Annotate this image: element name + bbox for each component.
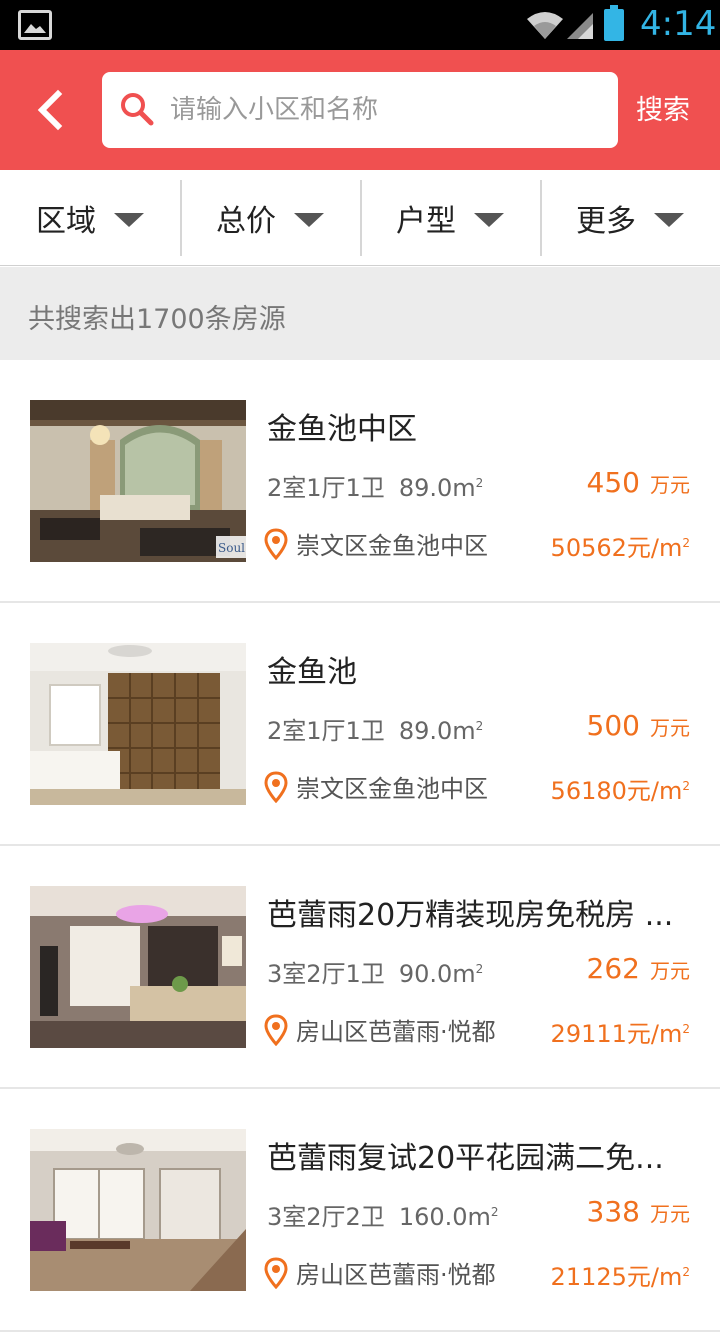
listing-title: 芭蕾雨20万精装现房免税房 ... bbox=[267, 898, 674, 933]
dropdown-arrow-icon bbox=[654, 212, 684, 227]
search-box[interactable] bbox=[102, 72, 618, 148]
search-icon bbox=[121, 93, 154, 126]
listing-layout: 3室2厅2卫 160.0m2 bbox=[267, 1197, 499, 1232]
back-button[interactable] bbox=[22, 80, 82, 140]
filter-more[interactable]: 更多 bbox=[540, 170, 720, 265]
header: 搜索 bbox=[0, 50, 720, 170]
floor-area: 89.0m2 bbox=[398, 474, 484, 502]
total-price: 338 万元 bbox=[587, 1195, 690, 1228]
location-pin-icon bbox=[264, 1256, 288, 1289]
location-pin-icon bbox=[264, 770, 288, 803]
filter-label: 总价 bbox=[216, 203, 276, 239]
price-unit: 万元 bbox=[650, 716, 690, 740]
listing-location: 崇文区金鱼池中区 bbox=[264, 526, 488, 561]
price-unit: 万元 bbox=[650, 1202, 690, 1226]
price-unit: 万元 bbox=[650, 959, 690, 983]
filter-region[interactable]: 区域 bbox=[0, 170, 180, 265]
room-layout: 3室2厅1卫 bbox=[267, 960, 385, 988]
listing-layout: 3室2厅1卫 90.0m2 bbox=[267, 954, 483, 989]
location-pin-icon bbox=[264, 1013, 288, 1046]
listing-layout: 2室1厅1卫 89.0m2 bbox=[267, 711, 483, 746]
filter-label: 更多 bbox=[576, 203, 636, 239]
price-value: 338 bbox=[586, 1195, 640, 1228]
room-layout: 2室1厅1卫 bbox=[267, 474, 385, 502]
svg-text:Soul: Soul bbox=[218, 541, 245, 555]
listing-location: 房山区芭蕾雨·悦都 bbox=[264, 1255, 496, 1290]
floor-area: 90.0m2 bbox=[398, 960, 484, 988]
search-button[interactable]: 搜索 bbox=[636, 88, 690, 127]
listing-title: 金鱼池 bbox=[267, 655, 357, 690]
status-bar: 4:14 bbox=[0, 0, 720, 50]
price-value: 450 bbox=[586, 466, 640, 499]
listing-item[interactable]: Soul 金鱼池中区 2室1厅1卫 89.0m2 450 万元 崇文区金鱼池中区 5… bbox=[0, 360, 720, 603]
gallery-notification-icon bbox=[18, 10, 52, 40]
unit-price: 21125元/m2 bbox=[550, 1263, 690, 1291]
filter-bar: 区域 总价 户型 更多 bbox=[0, 170, 720, 266]
unit-price: 29111元/m2 bbox=[550, 1020, 690, 1048]
result-summary-bar: 共搜索出1700条房源 bbox=[0, 267, 720, 360]
listing-photo bbox=[30, 886, 246, 1048]
listing-photo bbox=[30, 643, 246, 805]
listing-title: 芭蕾雨复试20平花园满二免... bbox=[267, 1141, 664, 1176]
battery-icon bbox=[604, 5, 624, 41]
dropdown-arrow-icon bbox=[474, 212, 504, 227]
listing-item[interactable]: 金鱼池 2室1厅1卫 89.0m2 500 万元 崇文区金鱼池中区 56180元/m… bbox=[0, 603, 720, 846]
floor-area: 160.0m2 bbox=[398, 1203, 499, 1231]
location-pin-icon bbox=[264, 527, 288, 560]
clock: 4:14 bbox=[640, 4, 717, 44]
listing-item[interactable]: 芭蕾雨复试20平花园满二免... 3室2厅2卫 160.0m2 338 万元 房山区… bbox=[0, 1089, 720, 1332]
floor-area: 89.0m2 bbox=[398, 717, 484, 745]
signal-icon bbox=[567, 13, 593, 39]
price-value: 262 bbox=[586, 952, 640, 985]
unit-price: 56180元/m2 bbox=[550, 777, 690, 805]
listing-item[interactable]: 芭蕾雨20万精装现房免税房 ... 3室2厅1卫 90.0m2 262 万元 房山区… bbox=[0, 846, 720, 1089]
filter-layout[interactable]: 户型 bbox=[360, 170, 540, 265]
dropdown-arrow-icon bbox=[294, 212, 324, 227]
total-price: 500 万元 bbox=[587, 709, 690, 742]
room-layout: 2室1厅1卫 bbox=[267, 717, 385, 745]
listing-location: 房山区芭蕾雨·悦都 bbox=[264, 1012, 496, 1047]
listing-photo: Soul bbox=[30, 400, 246, 562]
filter-label: 区域 bbox=[36, 203, 96, 239]
listing-location: 崇文区金鱼池中区 bbox=[264, 769, 488, 804]
total-price: 262 万元 bbox=[587, 952, 690, 985]
room-layout: 3室2厅2卫 bbox=[267, 1203, 385, 1231]
chevron-left-icon bbox=[37, 89, 63, 131]
dropdown-arrow-icon bbox=[114, 212, 144, 227]
unit-price: 50562元/m2 bbox=[550, 534, 690, 562]
price-value: 500 bbox=[586, 709, 640, 742]
listing-title: 金鱼池中区 bbox=[267, 412, 417, 447]
result-count: 共搜索出1700条房源 bbox=[28, 304, 286, 335]
price-unit: 万元 bbox=[650, 473, 690, 497]
search-input[interactable] bbox=[170, 84, 600, 136]
filter-total-price[interactable]: 总价 bbox=[180, 170, 360, 265]
filter-label: 户型 bbox=[396, 203, 456, 239]
listing-photo bbox=[30, 1129, 246, 1291]
wifi-icon bbox=[527, 12, 563, 39]
total-price: 450 万元 bbox=[587, 466, 690, 499]
listing-layout: 2室1厅1卫 89.0m2 bbox=[267, 468, 483, 503]
listing-list: Soul 金鱼池中区 2室1厅1卫 89.0m2 450 万元 崇文区金鱼池中区 5… bbox=[0, 360, 720, 1332]
